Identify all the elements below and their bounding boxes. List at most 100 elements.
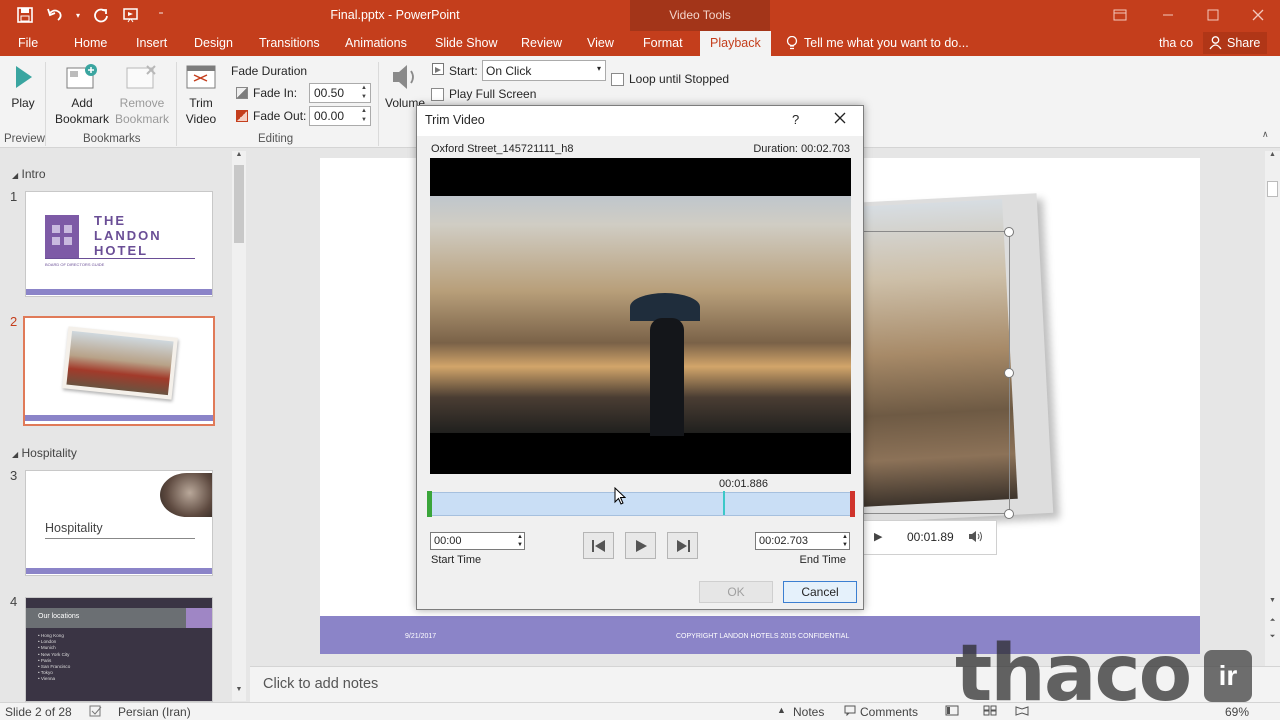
undo-icon[interactable] [44,4,66,26]
spin-arrows-icon[interactable]: ▲ ▼ [517,533,523,549]
slide-number: 2 [10,314,18,329]
trim-timeline[interactable] [427,491,855,517]
start-dropdown[interactable]: On Click ▾ [482,60,606,81]
language[interactable]: Persian (Iran) [118,705,191,719]
section-hospitality[interactable]: ◢ Hospitality [12,446,77,460]
footer-copyright: COPYRIGHT LANDON HOTELS 2015 CONFIDENTIA… [676,633,850,640]
group-editing-label: Editing [258,133,294,145]
trim-video-button[interactable]: Trim Video [181,62,221,127]
slide-thumbnail-1[interactable]: THE LANDON HOTEL BOARD OF DIRECTORS GUIDE [25,191,213,297]
cancel-button[interactable]: Cancel [783,581,857,603]
zoom-level[interactable]: 69% [1225,705,1249,719]
tab-view[interactable]: View [587,36,614,50]
trim-label-2: Video [185,112,217,126]
previous-slide-icon[interactable]: ⏶ [1265,617,1280,625]
comments-toggle[interactable]: Comments [860,705,918,719]
save-icon[interactable] [14,4,36,26]
notes-toggle[interactable]: Notes [793,705,824,719]
minimize-icon[interactable] [1158,6,1178,24]
undo-dropdown-icon[interactable]: ▾ [74,4,82,26]
slide-scrollbar[interactable]: ▲ ▼ ⏶ ⏷ [1265,151,1280,666]
loop-checkbox-row[interactable]: Loop until Stopped [611,72,729,86]
ribbon-display-icon[interactable] [1110,6,1130,24]
tab-file[interactable]: File [18,36,38,50]
fade-out-stepper[interactable]: 00.00 ▲ ▼ [309,106,371,126]
slide-thumbnail-2[interactable] [23,316,215,426]
play-preview-button[interactable] [625,532,656,559]
volume-button[interactable]: Volume [383,62,427,111]
spin-arrows-icon[interactable]: ▲ ▼ [358,84,370,102]
help-icon[interactable]: ? [792,112,799,127]
start-from-beginning-icon[interactable] [120,4,142,26]
tab-review[interactable]: Review [521,36,562,50]
share-button[interactable]: Share [1203,32,1267,54]
fade-in-stepper[interactable]: 00.50 ▲ ▼ [309,83,371,103]
tab-transitions[interactable]: Transitions [259,36,320,50]
scroll-down-icon[interactable]: ▼ [232,686,246,693]
full-screen-checkbox[interactable] [431,87,444,101]
resize-handle[interactable] [1004,509,1014,519]
maximize-icon[interactable] [1203,6,1223,24]
playhead-marker[interactable] [723,491,726,515]
scroll-down-icon[interactable]: ▼ [1265,597,1280,604]
end-time-field[interactable]: 00:02.703 ▲ ▼ [755,532,850,550]
tab-format[interactable]: Format [643,36,683,50]
tab-slide-show[interactable]: Slide Show [435,36,498,50]
video-time: 00:01.89 [907,530,954,544]
thumb-hospitality-title: Hospitality [45,521,103,535]
slide-thumbnail-3[interactable]: Hospitality [25,470,213,576]
full-screen-checkbox-row[interactable]: Play Full Screen [431,87,536,101]
close-icon[interactable] [1248,6,1268,24]
tab-insert[interactable]: Insert [136,36,167,50]
fade-out-icon [236,110,248,122]
scroll-up-icon[interactable]: ▲ [1265,151,1280,158]
previous-frame-icon [591,539,605,552]
tell-me-box[interactable]: Tell me what you want to do... [786,36,969,51]
start-trim-handle[interactable] [427,491,432,517]
end-trim-handle[interactable] [850,491,855,517]
tab-playback[interactable]: Playback [700,31,771,56]
next-slide-icon[interactable]: ⏷ [1265,633,1280,641]
dialog-close-icon[interactable] [834,112,846,127]
tab-design[interactable]: Design [194,36,233,50]
scroll-thumb[interactable] [1267,181,1278,197]
remove-bookmark-label-2: Bookmark [114,112,170,126]
loop-checkbox[interactable] [611,72,624,86]
next-frame-button[interactable] [667,532,698,559]
ok-button[interactable]: OK [699,581,773,603]
play-button[interactable]: Play [4,62,42,111]
add-bookmark-button[interactable]: Add Bookmark [53,62,111,127]
video-play-icon[interactable]: ▶ [874,530,882,543]
redo-icon[interactable] [90,4,112,26]
share-label: Share [1227,36,1261,50]
tab-animations[interactable]: Animations [345,36,407,50]
tab-home[interactable]: Home [74,36,107,50]
scroll-up-icon[interactable]: ▲ [232,151,246,158]
spin-arrows-icon[interactable]: ▲ ▼ [842,533,848,549]
lightbulb-icon [786,36,798,50]
group-preview-label: Preview [4,133,45,145]
start-icon [432,63,444,75]
add-bookmark-label-2: Bookmark [54,112,110,126]
collapse-ribbon-icon[interactable]: ∧ [1262,129,1269,140]
remove-bookmark-button[interactable]: Remove Bookmark [113,62,171,127]
section-intro[interactable]: ◢ Intro [12,167,46,181]
previous-frame-button[interactable] [583,532,614,559]
spin-arrows-icon[interactable]: ▲ ▼ [358,107,370,125]
user-name[interactable]: tha co [1159,36,1193,50]
resize-handle[interactable] [1004,227,1014,237]
slides-scrollbar[interactable]: ▲ ▼ [232,151,246,701]
resize-handle[interactable] [1004,368,1014,378]
thumb-photo-frame [62,326,178,400]
start-time-value: 00:00 [434,535,462,547]
video-volume-icon[interactable] [968,530,984,546]
customize-qat-icon[interactable]: ⁼ [150,4,172,26]
spell-check-icon[interactable] [89,705,103,720]
speaker-icon [393,65,414,89]
slide-thumbnail-4[interactable]: Our locations • Hong Kong • London • Munic… [25,597,213,702]
mouse-cursor-icon [614,486,627,509]
thumb-title: THE LANDON HOTEL [94,213,162,258]
start-time-field[interactable]: 00:00 ▲ ▼ [430,532,525,550]
scroll-thumb[interactable] [234,165,244,243]
video-preview[interactable] [430,158,851,474]
